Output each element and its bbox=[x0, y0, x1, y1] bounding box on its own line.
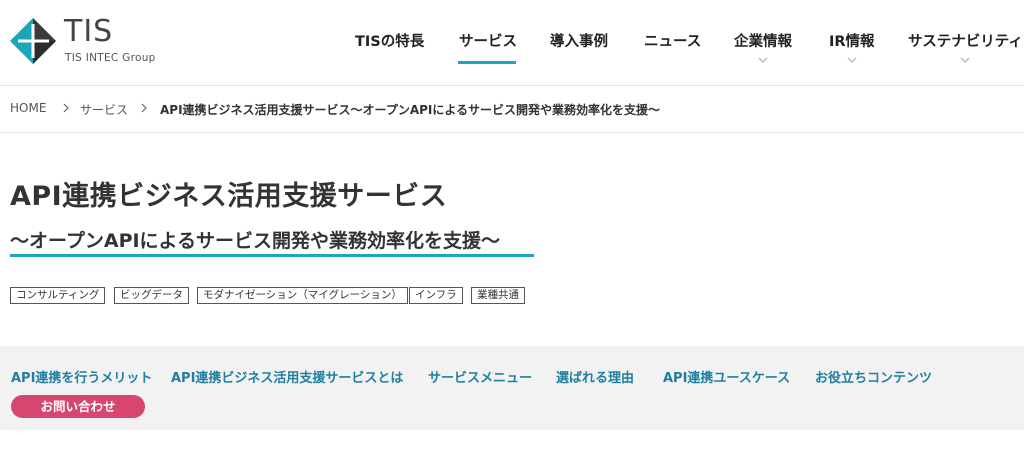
chevron-down-icon bbox=[847, 57, 857, 64]
nav-item-label: サステナビリティ bbox=[908, 34, 1023, 50]
chevron-down-icon bbox=[758, 57, 768, 64]
tag-cross-industry[interactable]: 業種共通 bbox=[471, 287, 525, 304]
nav-item-label: 企業情報 bbox=[734, 34, 792, 50]
nav-item-label: サービス bbox=[459, 34, 517, 50]
breadcrumb-home[interactable]: HOME bbox=[10, 101, 46, 115]
nav-item-label: 導入事例 bbox=[550, 34, 608, 50]
tis-logo-icon bbox=[10, 18, 56, 64]
breadcrumb-current: API連携ビジネス活用支援サービス～オープンAPIによるサービス開発や業務効率化… bbox=[160, 103, 661, 117]
tag-consulting[interactable]: コンサルティング bbox=[10, 287, 106, 304]
nav-item-case-studies[interactable]: 導入事例 bbox=[550, 30, 608, 51]
logo-tagline: TIS INTEC Group bbox=[65, 52, 156, 64]
nav-item-label: ニュース bbox=[644, 34, 702, 50]
nav-item-sustainability[interactable]: サステナビリティ bbox=[908, 30, 1023, 65]
tag-modernization[interactable]: モダナイゼーション（マイグレーション） bbox=[197, 287, 408, 304]
chevron-down-icon bbox=[960, 57, 970, 64]
tag-infra[interactable]: インフラ bbox=[409, 287, 463, 304]
breadcrumb-services[interactable]: サービス bbox=[80, 101, 128, 118]
nav-item-company[interactable]: 企業情報 bbox=[734, 30, 792, 65]
site-header: TIS TIS INTEC Group TISの特長 サービス 導入事例 ニュー… bbox=[0, 0, 1024, 86]
chevron-right-icon bbox=[141, 103, 147, 113]
logo-wordmark: TIS bbox=[64, 14, 114, 49]
page-subtitle: ～オープンAPIによるサービス開発や業務効率化を支援～ bbox=[10, 230, 500, 252]
nav-active-indicator bbox=[458, 61, 516, 64]
subnav-link-about[interactable]: API連携ビジネス活用支援サービスとは bbox=[171, 367, 403, 386]
nav-item-features[interactable]: TISの特長 bbox=[355, 30, 424, 51]
contact-button[interactable]: お問い合わせ bbox=[11, 395, 145, 418]
breadcrumb-divider bbox=[0, 132, 1024, 133]
tag-big-data[interactable]: ビッグデータ bbox=[114, 287, 189, 304]
site-logo[interactable]: TIS TIS INTEC Group bbox=[10, 14, 170, 66]
page-subnav: API連携を行うメリット API連携ビジネス活用支援サービスとは サービスメニュ… bbox=[0, 346, 1024, 430]
chevron-right-icon bbox=[63, 103, 69, 113]
nav-item-ir[interactable]: IR情報 bbox=[829, 30, 875, 65]
subnav-link-reasons[interactable]: 選ばれる理由 bbox=[556, 367, 634, 386]
nav-item-services[interactable]: サービス bbox=[459, 30, 517, 51]
nav-item-label: IR情報 bbox=[829, 34, 875, 50]
subtitle-underline bbox=[10, 254, 534, 257]
nav-item-news[interactable]: ニュース bbox=[644, 30, 701, 51]
subnav-link-use-cases[interactable]: API連携ユースケース bbox=[663, 367, 790, 386]
page-title: API連携ビジネス活用支援サービス bbox=[10, 181, 448, 212]
nav-item-label: TISの特長 bbox=[355, 34, 425, 50]
subnav-link-menu[interactable]: サービスメニュー bbox=[428, 367, 532, 386]
subnav-link-merits[interactable]: API連携を行うメリット bbox=[11, 367, 152, 386]
subnav-link-contents[interactable]: お役立ちコンテンツ bbox=[815, 367, 932, 386]
